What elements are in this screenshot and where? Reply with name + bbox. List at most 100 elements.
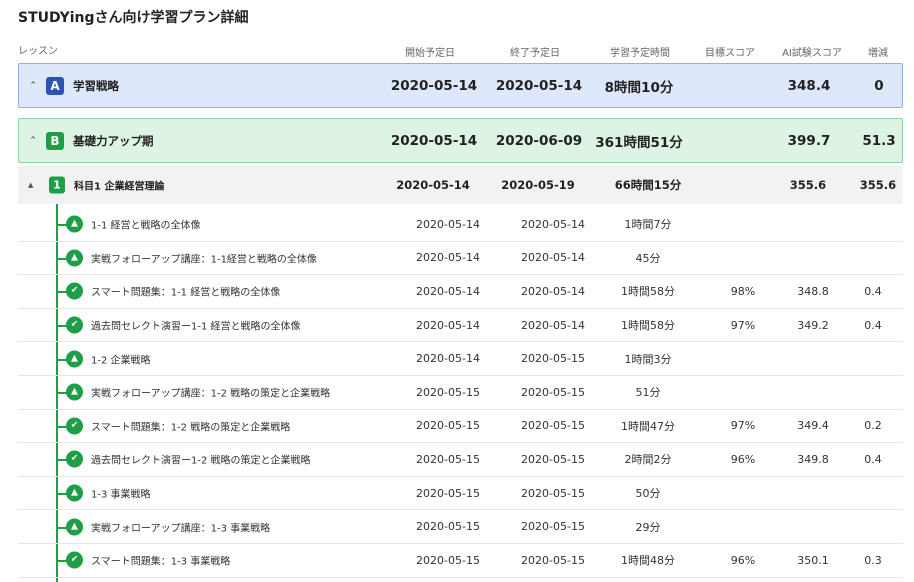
study-time: 2時間2分 (624, 453, 672, 467)
caret-up-icon[interactable]: ▲ (28, 181, 33, 189)
graduation-cap-icon: ▲ (66, 215, 83, 233)
delta: 0.4 (864, 284, 882, 298)
lesson-row[interactable]: ✔ 過去問セレクト演習ー1-2 戦略の策定と企業戦略 2020-05-15 2020-… (18, 443, 903, 477)
checklist-icon: ✔ (66, 450, 83, 468)
end-date: 2020-05-14 (521, 251, 585, 265)
lesson-row[interactable]: ▲ 1-2 企業戦略 2020-05-14 2020-05-15 1時間3分 (18, 342, 903, 376)
lesson-row[interactable]: ✔ 過去問セレクト演習ー1-1 経営と戦略の全体像 2020-05-14 2020-0… (18, 309, 903, 343)
start-date: 2020-05-15 (416, 553, 480, 567)
study-time: 1時間58分 (621, 319, 675, 333)
end-date: 2020-05-14 (521, 217, 585, 231)
phase-name: 学習戦略 (73, 78, 119, 93)
target-score (708, 510, 778, 543)
end-date: 2020-05-15 (521, 520, 585, 534)
study-time: 1時間7分 (624, 218, 672, 232)
header-start-date: 開始予定日 (405, 47, 455, 59)
lesson-row[interactable]: ✔ スマート問題集：1-2 戦略の策定と企業戦略 2020-05-15 2020-05… (18, 410, 903, 444)
graduation-cap-icon: ▲ (66, 249, 83, 267)
ai-score (773, 376, 853, 409)
header-end-date: 終了予定日 (510, 47, 560, 59)
study-time: 51分 (635, 386, 661, 400)
lesson-row[interactable]: ▲ 1-1 経営と戦略の全体像 2020-05-14 2020-05-14 1時間7分 (18, 208, 903, 242)
lesson-row[interactable]: ▲ 1-3 事業戦略 2020-05-15 2020-05-15 50分 (18, 477, 903, 511)
delta: 355.6 (859, 178, 897, 192)
delta: 0 (874, 77, 884, 94)
study-time: 361時間51分 (595, 134, 683, 151)
end-date: 2020-05-14 (521, 284, 585, 298)
phase-name: 基礎力アップ期 (73, 133, 154, 148)
lesson-name[interactable]: スマート問題集：1-3 事業戦略 (91, 553, 230, 568)
lesson-row[interactable]: ✔ スマート問題集：1-1 経営と戦略の全体像 2020-05-14 2020-05-… (18, 275, 903, 309)
lesson-name[interactable]: 過去問セレクト演習ー1-2 戦略の策定と企業戦略 (91, 452, 311, 467)
study-time: 29分 (635, 520, 661, 534)
ai-score (773, 342, 853, 375)
end-date: 2020-05-15 (521, 452, 585, 466)
end-date: 2020-06-09 (495, 132, 583, 149)
table-header: レッスン 開始予定日 終了予定日 学習予定時間 目標スコア AI試験スコア 増減 (0, 42, 914, 60)
ai-score: 349.4 (797, 419, 829, 433)
end-date: 2020-05-14 (521, 318, 585, 332)
delta (853, 376, 893, 409)
target-score (708, 242, 778, 275)
study-time: 8時間10分 (604, 79, 674, 96)
lesson-name[interactable]: 実戦フォローアップ講座：1-2 戦略の策定と企業戦略 (91, 385, 330, 400)
phase-row-b[interactable]: ⌃ B 基礎力アップ期 2020-05-14 2020-06-09 361時間5… (18, 118, 903, 163)
ai-score (773, 510, 853, 543)
lesson-row[interactable]: ▲ 実戦フォローアップ講座：1-2 戦略の策定と企業戦略 2020-05-15 202… (18, 376, 903, 410)
target-score: 97% (730, 318, 756, 332)
lesson-row[interactable]: ✔ スマート問題集：1-3 事業戦略 2020-05-15 2020-05-15 1時間… (18, 544, 903, 578)
ai-score: 348.4 (787, 77, 831, 94)
ai-score: 348.8 (797, 284, 829, 298)
end-date: 2020-05-14 (495, 77, 583, 94)
start-date: 2020-05-14 (416, 318, 480, 332)
study-time: 45分 (635, 251, 661, 265)
ai-score: 349.2 (797, 318, 829, 332)
target-score (708, 376, 778, 409)
start-date: 2020-05-14 (416, 217, 480, 231)
delta: 0.2 (864, 419, 882, 433)
ai-score: 399.7 (787, 132, 831, 149)
graduation-cap-icon: ▲ (66, 350, 83, 368)
phase-row-a[interactable]: ⌃ A 学習戦略 2020-05-14 2020-05-14 8時間10分 34… (18, 63, 903, 108)
end-date: 2020-05-15 (521, 486, 585, 500)
study-time: 1時間58分 (621, 285, 675, 299)
subject-row[interactable]: ▲ 1 科目1 企業経営理論 2020-05-14 2020-05-19 66時… (18, 166, 903, 204)
lesson-name[interactable]: スマート問題集：1-1 経営と戦略の全体像 (91, 284, 280, 299)
ai-score: 355.6 (789, 178, 827, 192)
delta: 0.4 (864, 318, 882, 332)
start-date: 2020-05-14 (416, 352, 480, 366)
lesson-name[interactable]: 1-2 企業戦略 (91, 351, 151, 366)
graduation-cap-icon: ▲ (66, 383, 83, 401)
page-title: STUDYingさん向け学習プラン詳細 (18, 10, 249, 26)
lesson-row[interactable]: ▲ 実戦フォローアップ講座：1-3 事業戦略 2020-05-15 2020-05-1… (18, 510, 903, 544)
checklist-icon: ✔ (66, 316, 83, 334)
checklist-icon: ✔ (66, 282, 83, 300)
end-date: 2020-05-19 (501, 178, 575, 192)
lesson-name[interactable]: 実戦フォローアップ講座：1-3 事業戦略 (91, 519, 270, 534)
lesson-name[interactable]: 1-1 経営と戦略の全体像 (91, 217, 201, 232)
delta: 51.3 (862, 132, 896, 149)
lesson-name[interactable]: 1-3 事業戦略 (91, 486, 151, 501)
target-score (698, 166, 758, 204)
chevron-up-icon[interactable]: ⌃ (29, 135, 37, 146)
lesson-name[interactable]: 過去問セレクト演習ー1-1 経営と戦略の全体像 (91, 318, 301, 333)
lesson-name[interactable]: 実戦フォローアップ講座：1-1経営と戦略の全体像 (91, 250, 317, 265)
target-score: 98% (730, 284, 756, 298)
phase-badge: A (46, 76, 64, 95)
ai-score (773, 208, 853, 241)
target-score: 96% (730, 452, 756, 466)
end-date: 2020-05-15 (521, 553, 585, 567)
lesson-name[interactable]: スマート問題集：1-2 戦略の策定と企業戦略 (91, 418, 290, 433)
study-time: 66時間15分 (614, 178, 682, 192)
start-date: 2020-05-14 (416, 251, 480, 265)
study-time: 1時間47分 (621, 419, 675, 433)
target-score (708, 342, 778, 375)
study-time: 1時間48分 (621, 554, 675, 568)
ai-score (773, 477, 853, 510)
target-score (708, 477, 778, 510)
header-study-time: 学習予定時間 (610, 47, 670, 59)
ai-score: 349.8 (797, 452, 829, 466)
chevron-up-icon[interactable]: ⌃ (29, 80, 37, 91)
lesson-row[interactable]: ▲ 実戦フォローアップ講座：1-1経営と戦略の全体像 2020-05-14 2020-… (18, 242, 903, 276)
header-ai-score: AI試験スコア (782, 47, 842, 59)
